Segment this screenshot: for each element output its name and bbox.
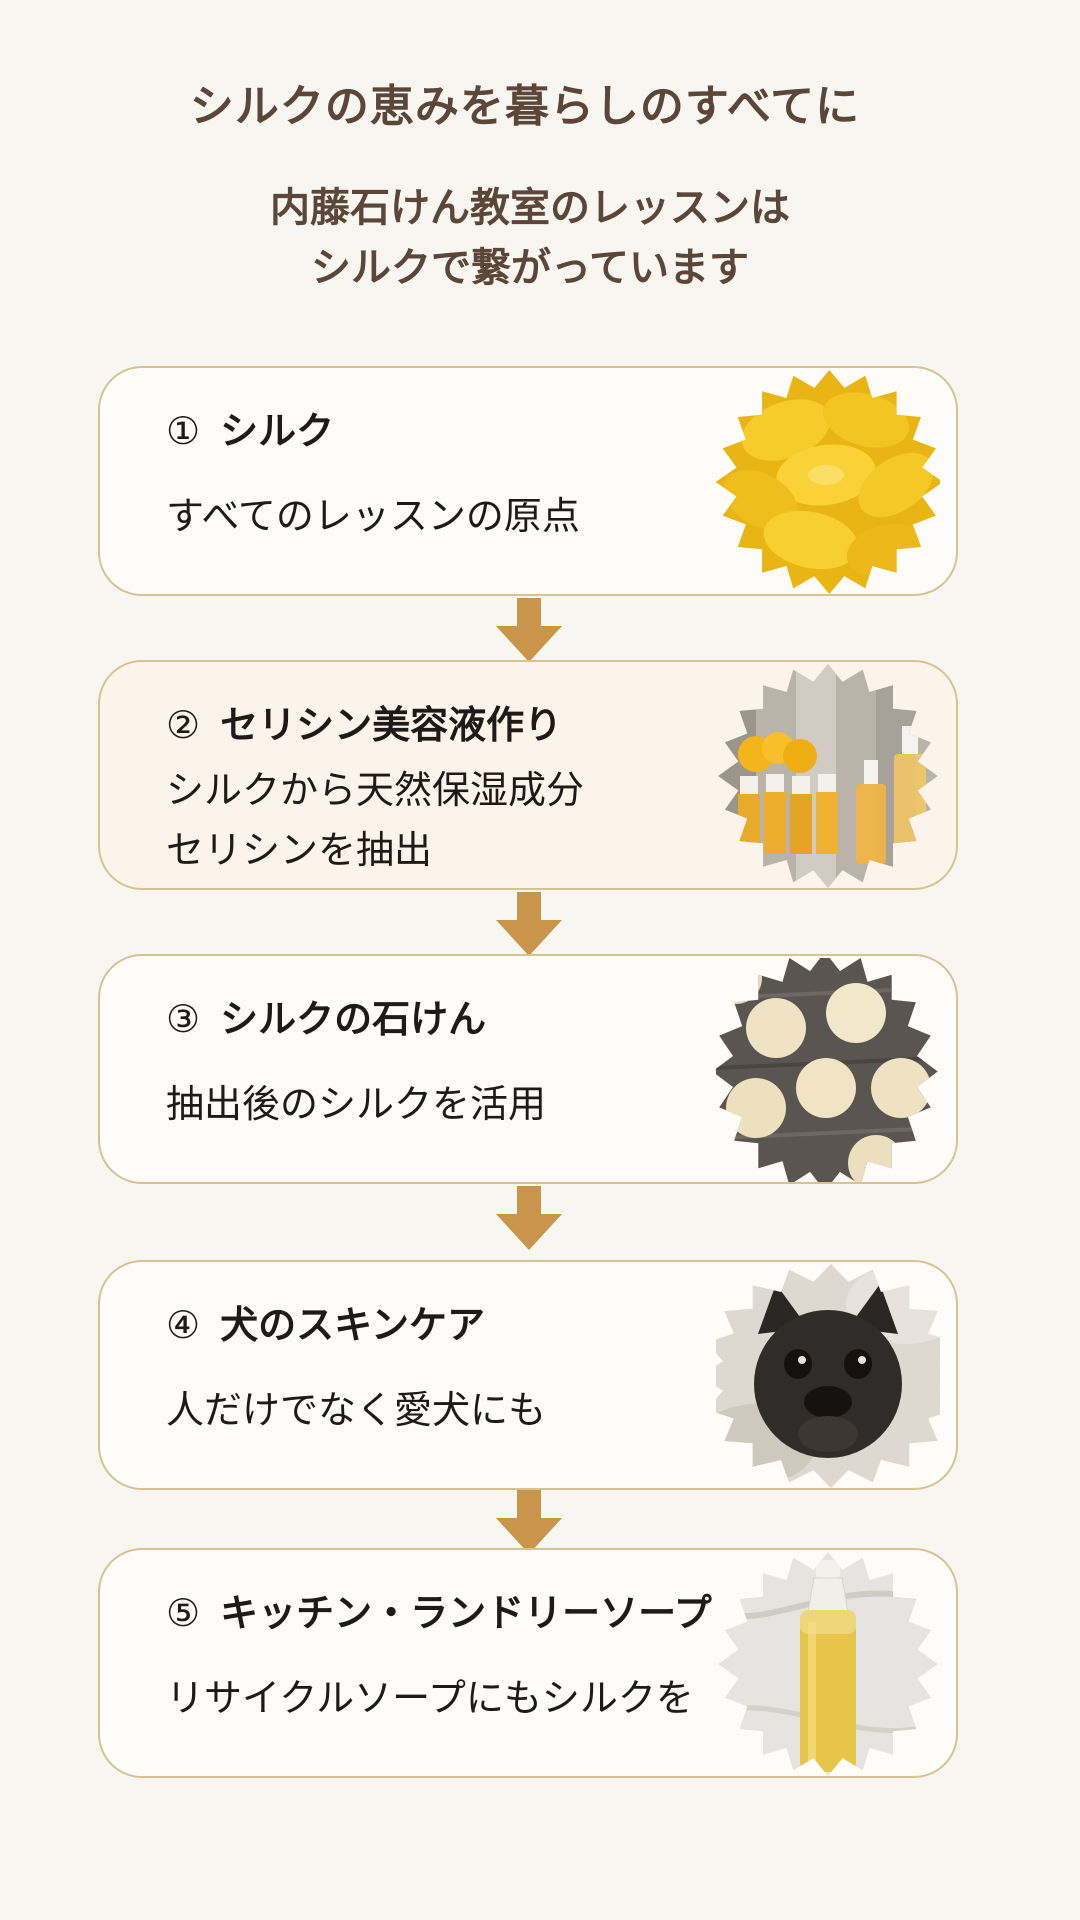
down-arrow-icon [496, 1186, 562, 1250]
step-title: ① シルク [166, 400, 334, 455]
step-description: 人だけでなく愛犬にも [166, 1380, 546, 1440]
step-card-silk: ① シルク すべてのレッスンの原点 [98, 366, 958, 596]
step-number: ④ [166, 1303, 201, 1347]
down-arrow-icon [496, 598, 562, 662]
silk-cocoons-image [716, 370, 940, 594]
step-title: ④ 犬のスキンケア [166, 1294, 485, 1349]
step-title: ② セリシン美容液作り [166, 694, 562, 749]
step-description-line: 抽出後のシルクを活用 [166, 1082, 547, 1126]
step-description-line: 人だけでなく愛犬にも [166, 1388, 547, 1432]
soap-bottle-image [718, 1552, 938, 1776]
step-description-line: リサイクルソープにもシルクを [166, 1676, 694, 1720]
step-card-dog-skincare: ④ 犬のスキンケア 人だけでなく愛犬にも [98, 1260, 958, 1490]
step-description: すべてのレッスンの原点 [166, 486, 580, 546]
step-description-line: セリシンを抽出 [166, 828, 433, 872]
step-title-text: シルクの石けん [220, 996, 487, 1041]
step-number: ② [166, 703, 201, 747]
step-title: ⑤ キッチン・ランドリーソープ [166, 1582, 712, 1637]
step-description: リサイクルソープにもシルクを [166, 1668, 694, 1728]
step-title: ③ シルクの石けん [166, 988, 486, 1043]
step-title-text: シルク [220, 408, 335, 453]
step-title-text: キッチン・ランドリーソープ [220, 1590, 712, 1635]
step-title-text: セリシン美容液作り [220, 702, 563, 747]
step-title-text: 犬のスキンケア [220, 1302, 485, 1347]
down-arrow-icon [496, 1490, 562, 1554]
subtitle-line-2: シルクで繋がっています [311, 244, 749, 291]
down-arrow-icon [496, 892, 562, 956]
step-card-silk-soap: ③ シルクの石けん 抽出後のシルクを活用 [98, 954, 958, 1184]
step-number: ③ [166, 997, 201, 1041]
step-card-kitchen-soap: ⑤ キッチン・ランドリーソープ リサイクルソープにもシルクを [98, 1548, 958, 1778]
step-card-sericin: ② セリシン美容液作り シルクから天然保湿成分 セリシンを抽出 [98, 660, 958, 890]
page-title: シルクの恵みを暮らしのすべてに [189, 81, 861, 132]
serum-bottles-image [718, 664, 938, 888]
page-subtitle: 内藤石けん教室のレッスンは シルクで繋がっています [0, 178, 1060, 298]
step-number: ⑤ [166, 1591, 201, 1635]
step-description: シルクから天然保湿成分 セリシンを抽出 [166, 760, 584, 880]
step-description: 抽出後のシルクを活用 [166, 1074, 546, 1134]
step-description-line: シルクから天然保湿成分 [166, 768, 585, 812]
french-bulldog-image [716, 1264, 940, 1488]
subtitle-line-1: 内藤石けん教室のレッスンは [270, 184, 790, 231]
step-number: ① [166, 409, 201, 453]
step-description-line: すべてのレッスンの原点 [166, 494, 580, 538]
silk-soaps-image [716, 958, 938, 1182]
